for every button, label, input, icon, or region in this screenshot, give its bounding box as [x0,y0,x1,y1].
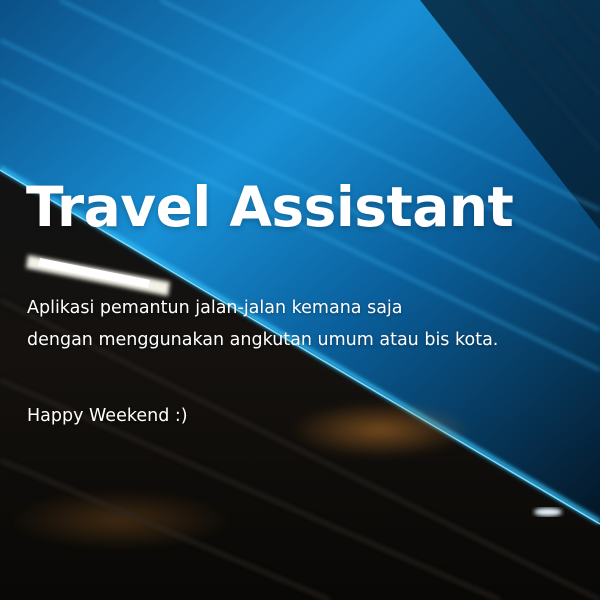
description-line: dengan menggunakan angkutan umum atau bi… [27,330,499,350]
hero-content: Travel Assistant Aplikasi pemantun jalan… [0,0,600,600]
description-line: Aplikasi pemantun jalan-jalan kemana saj… [27,298,403,318]
hero-screen: Travel Assistant Aplikasi pemantun jalan… [0,0,600,600]
app-description: Aplikasi pemantun jalan-jalan kemana saj… [27,292,597,356]
greeting-text: Happy Weekend :) [27,406,188,426]
app-title: Travel Assistant [26,175,514,239]
